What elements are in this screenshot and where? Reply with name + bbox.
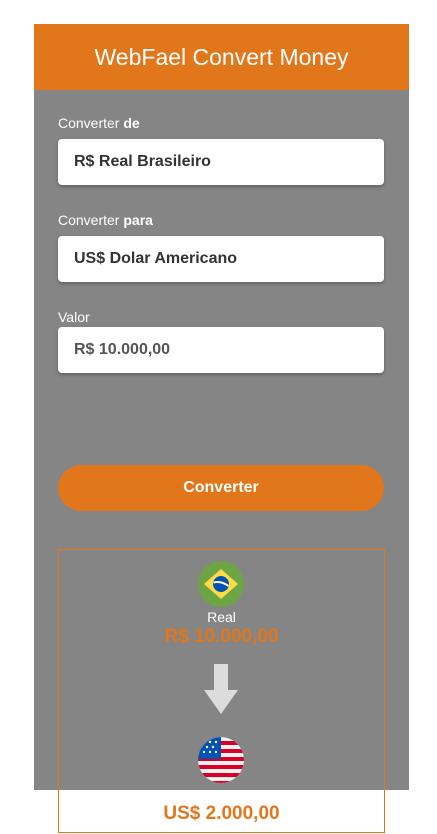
app-header: WebFael Convert Money <box>34 24 409 90</box>
from-currency-select[interactable]: R$ Real Brasileiro <box>58 139 384 185</box>
convert-button[interactable]: Converter <box>58 465 384 511</box>
arrow-down-icon <box>204 664 238 714</box>
to-currency-name: Dollar Americano <box>168 787 275 803</box>
from-currency-value: R$ Real Brasileiro <box>74 153 211 170</box>
to-amount: US$ 2.000,00 <box>163 803 280 824</box>
brazil-flag-icon <box>198 561 244 607</box>
conversion-result: Real R$ 10.000,00 Dollar Americano US$ 2… <box>58 549 385 833</box>
amount-label: Valor <box>58 309 90 325</box>
from-currency-name: Real <box>207 609 236 625</box>
to-currency-value: US$ Dolar Americano <box>74 250 238 267</box>
to-currency-select[interactable]: US$ Dolar Americano <box>58 236 384 282</box>
from-amount: R$ 10.000,00 <box>164 626 279 647</box>
amount-input[interactable] <box>58 327 384 373</box>
to-currency-label: Converter para <box>58 212 153 228</box>
app-title: WebFael Convert Money <box>94 43 349 70</box>
from-currency-label: Converter de <box>58 115 140 131</box>
usa-flag-icon <box>198 737 244 783</box>
converter-app: WebFael Convert Money Converter de R$ Re… <box>34 24 409 833</box>
